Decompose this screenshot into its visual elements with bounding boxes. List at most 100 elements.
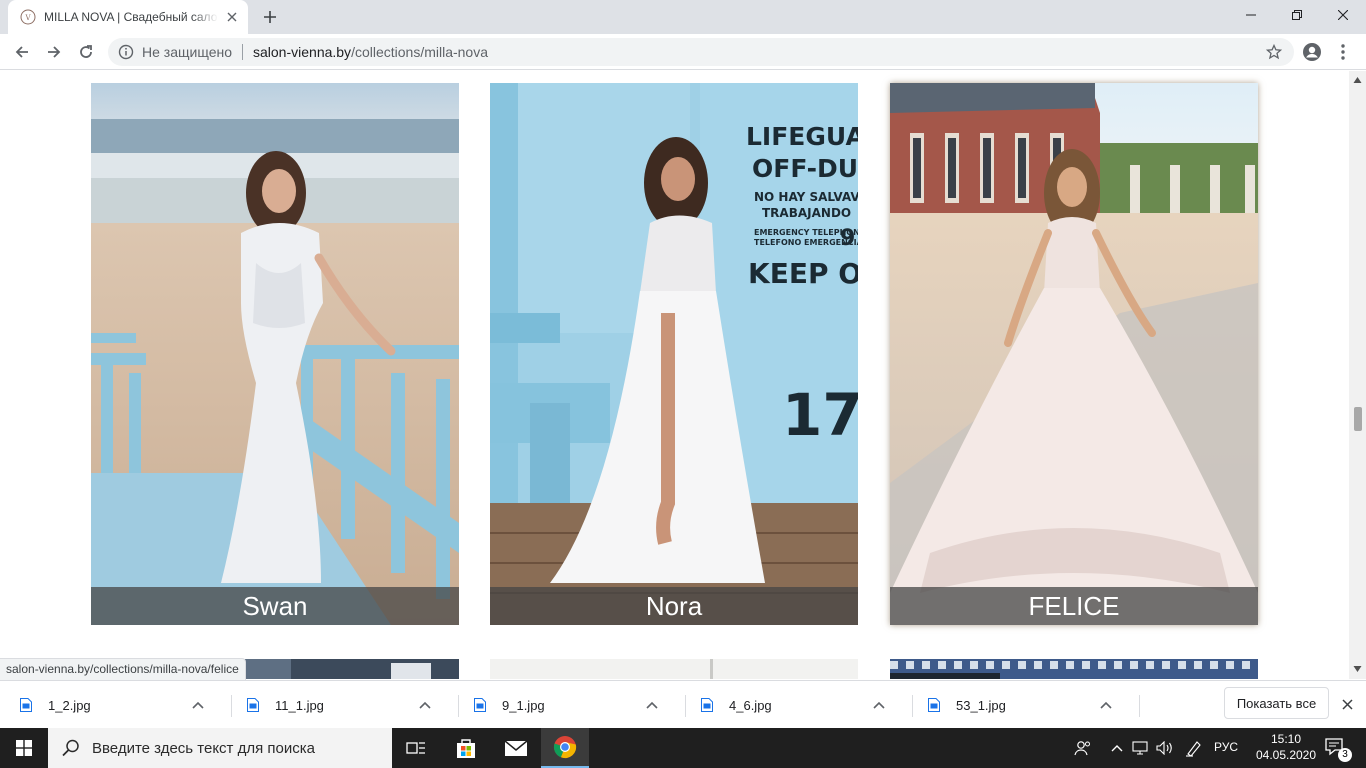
chevron-up-icon[interactable] (190, 697, 206, 713)
dress-card-felice[interactable]: FELICE (890, 83, 1258, 625)
clock-time: 15:10 (1270, 732, 1302, 746)
kebab-menu-icon (1341, 44, 1345, 60)
taskbar-clock[interactable]: 15:10 04.05.2020 (1254, 731, 1318, 763)
scroll-up-icon[interactable] (1353, 76, 1362, 84)
security-label[interactable]: Не защищено (142, 44, 232, 60)
image-file-icon (928, 698, 940, 712)
close-icon (1341, 698, 1353, 710)
image-file-icon (701, 698, 713, 712)
minimize-icon (1246, 14, 1256, 16)
image-file-icon (247, 698, 259, 712)
chevron-up-icon[interactable] (417, 697, 433, 713)
tab-close-icon[interactable] (224, 9, 240, 25)
arrow-left-icon (15, 46, 28, 58)
chevron-up-icon[interactable] (871, 697, 887, 713)
new-tab-button[interactable] (258, 5, 282, 29)
account-icon (1303, 43, 1321, 61)
tab-title: MILLA NOVA | Свадебный салон (44, 10, 218, 24)
people-button[interactable] (1070, 728, 1096, 768)
plus-icon (264, 11, 276, 23)
svg-text:V: V (24, 14, 31, 22)
scroll-down-icon[interactable] (1353, 665, 1362, 673)
task-view-icon (406, 742, 425, 754)
dress-card-next-2[interactable] (490, 659, 858, 679)
download-filename: 53_1.jpg (956, 697, 1006, 713)
reload-icon (80, 45, 92, 58)
download-filename: 11_1.jpg (275, 697, 324, 713)
download-item[interactable]: 9_1.jpg (454, 689, 670, 721)
action-center-button[interactable]: 3 (1324, 736, 1352, 762)
chevron-up-icon (1111, 745, 1123, 752)
dress-card-next-3[interactable] (890, 659, 1258, 679)
tray-overflow-button[interactable] (1108, 728, 1126, 768)
download-filename: 4_6.jpg (729, 697, 772, 713)
windows-taskbar: Введите здесь текст для поиска РУС 15:10… (0, 728, 1366, 768)
clock-date: 04.05.2020 (1255, 748, 1317, 762)
notification-count-badge: 3 (1338, 748, 1352, 762)
download-filename: 1_2.jpg (48, 697, 91, 713)
site-favicon-icon: V (20, 9, 36, 25)
chrome-app-button[interactable] (541, 728, 589, 768)
dress-photo (890, 83, 1258, 625)
search-icon (62, 739, 79, 757)
forward-button[interactable] (40, 38, 68, 66)
close-downloads-button[interactable] (1338, 695, 1356, 713)
close-window-button[interactable] (1320, 0, 1366, 30)
svg-text:KEEP O: KEEP O (748, 257, 858, 290)
browser-tab[interactable]: V MILLA NOVA | Свадебный салон (8, 0, 248, 34)
store-icon (457, 739, 475, 758)
back-button[interactable] (8, 38, 36, 66)
arrow-right-icon (48, 46, 61, 58)
download-filename: 9_1.jpg (502, 697, 545, 713)
svg-text:9: 9 (840, 226, 855, 251)
store-app-button[interactable] (442, 728, 490, 768)
info-icon[interactable] (118, 44, 134, 60)
svg-text:17: 17 (782, 381, 858, 449)
url-text[interactable]: salon-vienna.by/collections/milla-nova (253, 44, 488, 60)
download-item[interactable]: 1_2.jpg (0, 689, 216, 721)
mail-app-button[interactable] (492, 728, 540, 768)
minimize-button[interactable] (1228, 0, 1274, 30)
svg-text:NO HAY SALVAVID: NO HAY SALVAVID (754, 190, 858, 204)
browser-menu-button[interactable] (1332, 38, 1354, 66)
dress-card-swan[interactable]: Swan (91, 83, 459, 625)
svg-text:OFF-DUT: OFF-DUT (752, 154, 858, 183)
task-view-button[interactable] (392, 728, 440, 768)
show-all-downloads-button[interactable]: Показать все (1224, 687, 1329, 719)
url-domain: salon-vienna.by (253, 44, 352, 60)
image-file-icon (474, 698, 486, 712)
volume-button[interactable] (1154, 728, 1176, 768)
chevron-up-icon[interactable] (1098, 697, 1114, 713)
tab-strip: V MILLA NOVA | Свадебный салон (0, 0, 1366, 34)
dress-photo (890, 659, 1258, 679)
page-scrollbar[interactable] (1349, 71, 1366, 679)
dress-photo (91, 83, 459, 625)
scrollbar-thumb[interactable] (1354, 407, 1362, 431)
bookmark-star-icon[interactable] (1266, 44, 1282, 60)
link-status-bubble: salon-vienna.by/collections/milla-nova/f… (0, 658, 246, 680)
input-language[interactable]: РУС (1214, 740, 1238, 754)
dress-photo (490, 659, 858, 679)
network-button[interactable] (1130, 728, 1150, 768)
pen-workspace-button[interactable] (1182, 728, 1206, 768)
chevron-up-icon[interactable] (644, 697, 660, 713)
address-separator (242, 44, 243, 60)
reload-button[interactable] (72, 38, 100, 66)
url-path: /collections/milla-nova (351, 44, 489, 60)
address-bar[interactable]: Не защищено salon-vienna.by/collections/… (108, 38, 1294, 66)
start-button[interactable] (0, 728, 48, 768)
speaker-icon (1156, 741, 1172, 755)
network-icon (1132, 741, 1148, 755)
svg-text:TRABAJANDO: TRABAJANDO (762, 206, 851, 220)
download-item[interactable]: 4_6.jpg (681, 689, 897, 721)
mail-icon (504, 740, 528, 756)
restore-button[interactable] (1274, 0, 1320, 30)
download-item[interactable]: 11_1.jpg (227, 689, 443, 721)
profile-button[interactable] (1300, 38, 1324, 66)
browser-toolbar: Не защищено salon-vienna.by/collections/… (0, 34, 1366, 70)
taskbar-search-box[interactable]: Введите здесь текст для поиска (48, 728, 392, 768)
search-placeholder: Введите здесь текст для поиска (92, 739, 315, 757)
dress-card-nora[interactable]: LIFEGUAR OFF-DUT NO HAY SALVAVID TRABAJA… (490, 83, 858, 625)
chrome-icon (553, 736, 577, 759)
download-item[interactable]: 53_1.jpg (908, 689, 1124, 721)
